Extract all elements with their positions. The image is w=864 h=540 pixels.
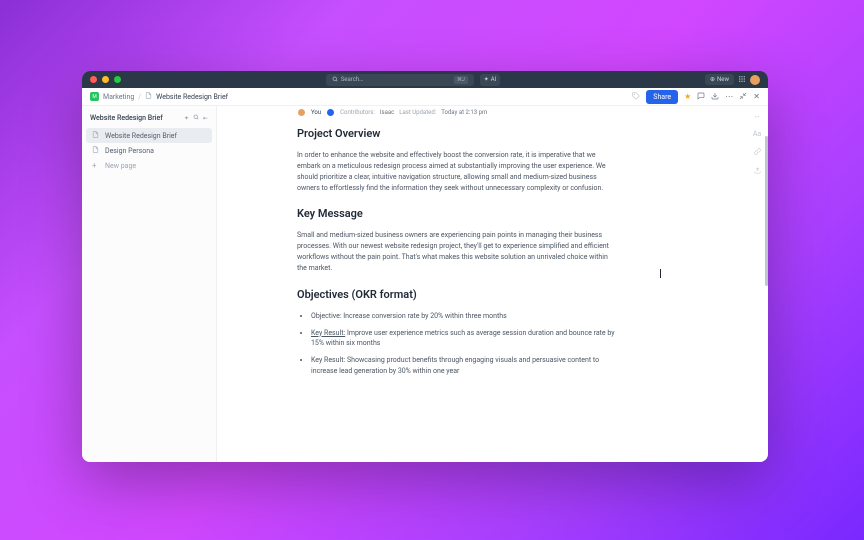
- contributors: Isaac: [380, 109, 394, 116]
- download-icon[interactable]: [711, 92, 719, 102]
- sidebar-item-label: Design Persona: [105, 147, 154, 155]
- document-pane: You Contributors: Isaac Last Updated: To…: [217, 106, 768, 462]
- document-content[interactable]: You Contributors: Isaac Last Updated: To…: [217, 106, 768, 462]
- scrollbar-thumb[interactable]: [765, 136, 768, 286]
- sidebar-item-label: New page: [105, 162, 136, 170]
- search-shortcut: ⌘J: [454, 76, 468, 84]
- text-caret: [660, 269, 661, 278]
- collapse-icon[interactable]: [739, 92, 747, 102]
- close-icon[interactable]: ✕: [753, 92, 760, 101]
- sidebar-header: Website Redesign Brief ✦ ⇤: [86, 112, 212, 128]
- export-icon[interactable]: [754, 167, 761, 176]
- sidebar-new-page[interactable]: + New page: [86, 158, 212, 173]
- star-icon[interactable]: ★: [684, 92, 691, 101]
- breadcrumb-toolbar: M Marketing / Website Redesign Brief Sha…: [82, 88, 768, 106]
- breadcrumb-parent[interactable]: Marketing: [103, 93, 134, 101]
- folder-badge-icon: M: [90, 92, 99, 101]
- sidebar: Website Redesign Brief ✦ ⇤ Website Redes…: [82, 106, 217, 462]
- current-user: You: [311, 109, 321, 116]
- sidebar-item-redesign-brief[interactable]: Website Redesign Brief: [86, 128, 212, 143]
- comment-icon[interactable]: [697, 92, 705, 102]
- maximize-window-button[interactable]: [114, 76, 121, 83]
- document-icon: [145, 92, 152, 101]
- share-button[interactable]: Share: [646, 90, 678, 104]
- breadcrumb: M Marketing / Website Redesign Brief: [90, 92, 228, 101]
- list-item: Objective: Increase conversion rate by 2…: [311, 311, 618, 322]
- app-window: Search… ⌘J ✦ AI ⊕ New M Marketing /: [82, 71, 768, 462]
- objectives-list: Objective: Increase conversion rate by 2…: [297, 311, 618, 377]
- scrollbar[interactable]: [765, 106, 768, 462]
- sparkle-icon[interactable]: ✦: [184, 115, 189, 122]
- ai-button[interactable]: ✦ AI: [480, 74, 501, 86]
- breadcrumb-separator: /: [138, 93, 141, 101]
- more-icon[interactable]: ⋯: [725, 92, 733, 101]
- width-toggle-icon[interactable]: ↔: [754, 112, 761, 120]
- search-icon: [332, 76, 338, 84]
- avatar-contributor: [326, 108, 335, 117]
- contributors-label: Contributors:: [340, 109, 375, 116]
- sidebar-item-design-persona[interactable]: Design Persona: [86, 143, 212, 158]
- collapse-sidebar-icon[interactable]: ⇤: [203, 115, 208, 122]
- document-icon: [92, 146, 100, 155]
- breadcrumb-current[interactable]: Website Redesign Brief: [156, 93, 228, 101]
- heading-objectives: Objectives (OKR format): [297, 288, 618, 301]
- updated-value: Today at 2:13 pm: [441, 109, 487, 116]
- link-icon[interactable]: [754, 148, 761, 157]
- titlebar: Search… ⌘J ✦ AI ⊕ New: [82, 71, 768, 88]
- sidebar-item-label: Website Redesign Brief: [105, 132, 177, 140]
- document-metadata: You Contributors: Isaac Last Updated: To…: [297, 108, 618, 117]
- search-placeholder: Search…: [341, 76, 363, 83]
- right-rail: ↔ Aa: [752, 112, 762, 176]
- paragraph: Small and medium-sized business owners a…: [297, 230, 618, 273]
- minimize-window-button[interactable]: [102, 76, 109, 83]
- new-button[interactable]: ⊕ New: [705, 74, 734, 85]
- global-search-input[interactable]: Search… ⌘J: [326, 74, 474, 86]
- close-window-button[interactable]: [90, 76, 97, 83]
- heading-key-message: Key Message: [297, 207, 618, 220]
- list-item: Key Result: Improve user experience metr…: [311, 328, 618, 350]
- paragraph: In order to enhance the website and effe…: [297, 150, 618, 193]
- updated-label: Last Updated:: [399, 109, 436, 116]
- document-icon: [92, 131, 100, 140]
- plus-circle-icon: ⊕: [710, 76, 715, 83]
- heading-project-overview: Project Overview: [297, 127, 618, 140]
- plus-icon: +: [92, 161, 100, 170]
- list-item: Key Result: Showcasing product benefits …: [311, 355, 618, 377]
- sparkle-icon: ✦: [484, 76, 489, 83]
- typography-icon[interactable]: Aa: [753, 130, 761, 138]
- apps-grid-icon[interactable]: [738, 75, 746, 85]
- avatar-you: [297, 108, 306, 117]
- search-small-icon[interactable]: [193, 114, 199, 122]
- user-avatar[interactable]: [750, 75, 760, 85]
- tag-icon[interactable]: [632, 92, 640, 102]
